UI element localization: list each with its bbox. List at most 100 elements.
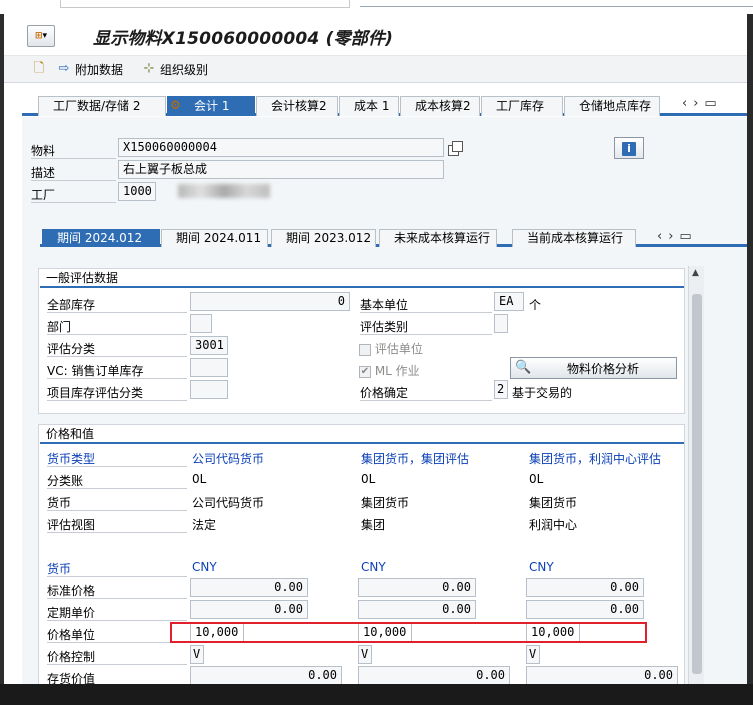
tab-costing2[interactable]: 成本核算2 bbox=[400, 96, 480, 116]
price-unit-label: 价格单位 bbox=[47, 628, 96, 642]
tab-period-2024-012[interactable]: 期间 2024.012 bbox=[42, 229, 160, 247]
info-icon: i bbox=[622, 142, 636, 156]
tab-current-costing-run[interactable]: 当前成本核算运行 bbox=[512, 229, 636, 247]
other-material-button[interactable]: 🗋 bbox=[31, 60, 47, 78]
standard-price-underline bbox=[47, 598, 187, 599]
tab-accounting2[interactable]: 会计核算2 bbox=[256, 96, 338, 116]
vc-sales-order-label: VC: 销售订单库存 bbox=[47, 364, 144, 378]
inventory-value-col3[interactable]: 0.00 bbox=[526, 666, 678, 685]
inventory-value-col2[interactable]: 0.00 bbox=[358, 666, 510, 685]
hierarchy-icon: ⊹ bbox=[143, 61, 155, 76]
description-label: 描述 bbox=[31, 166, 56, 180]
tab-plant-data-storage2[interactable]: 工厂数据/存储 2 bbox=[38, 96, 166, 116]
main-tabstrip: 工厂数据/存储 2 会计 1 会计核算2 成本 1 成本核算2 工厂库存 仓储地… bbox=[22, 94, 753, 116]
base-unit-label: 基本单位 bbox=[360, 298, 409, 312]
info-button[interactable]: i bbox=[614, 137, 644, 159]
base-unit-text: 个 bbox=[529, 298, 542, 312]
tab-costing1[interactable]: 成本 1 bbox=[339, 96, 399, 116]
price-control-col2[interactable]: V bbox=[358, 645, 372, 664]
plant-description-redacted bbox=[178, 184, 270, 198]
plant-field[interactable]: 1000 bbox=[118, 182, 156, 201]
price-determination-text: 基于交易的 bbox=[512, 386, 573, 400]
valuation-view-label: 评估视图 bbox=[47, 518, 96, 532]
plant-label: 工厂 bbox=[31, 188, 56, 202]
window-right-edge bbox=[747, 14, 753, 684]
base-unit-field[interactable]: EA bbox=[494, 292, 524, 311]
page-title: 显示物料X150060000004 (零部件) bbox=[93, 29, 394, 49]
total-stock-field[interactable]: 0 bbox=[190, 292, 350, 311]
description-field[interactable]: 右上翼子板总成 bbox=[118, 160, 444, 179]
copy-icon[interactable] bbox=[446, 140, 463, 156]
arrow-right-icon: ⇨ bbox=[58, 61, 70, 76]
col1-header: 公司代码货币 bbox=[192, 452, 265, 466]
currency-name-col3: 集团货币 bbox=[529, 496, 578, 510]
general-valuation-title: 一般评估数据 bbox=[40, 270, 684, 288]
price-unit-underline bbox=[47, 642, 187, 643]
periodic-price-col1[interactable]: 0.00 bbox=[190, 600, 308, 619]
currency-type-label: 货币类型 bbox=[47, 452, 96, 466]
tab-future-costing-run[interactable]: 未来成本核算运行 bbox=[379, 229, 497, 247]
menu-icon[interactable]: ⊞▾ bbox=[27, 25, 55, 47]
document-icon: 🗋 bbox=[33, 61, 45, 76]
magnifier-icon: 🔍 bbox=[515, 360, 532, 375]
price-determination-label: 价格确定 bbox=[360, 386, 409, 400]
periodic-price-col3[interactable]: 0.00 bbox=[526, 600, 644, 619]
col3-header: 集团货币，利润中心评估 bbox=[529, 452, 662, 466]
project-stock-label: 项目库存评估分类 bbox=[47, 386, 144, 400]
price-determination-underline bbox=[360, 400, 492, 401]
material-field[interactable]: X150060000004 bbox=[118, 138, 444, 157]
price-control-col3[interactable]: V bbox=[526, 645, 540, 664]
inventory-value-col1[interactable]: 0.00 bbox=[190, 666, 342, 685]
material-underline bbox=[31, 158, 116, 159]
tab-plant-stock[interactable]: 工厂库存 bbox=[481, 96, 563, 116]
price-control-col1[interactable]: V bbox=[190, 645, 204, 664]
valuation-icon: ⚙ bbox=[170, 98, 181, 112]
price-control-label: 价格控制 bbox=[47, 650, 96, 664]
command-field[interactable] bbox=[60, 0, 350, 8]
standard-price-label: 标准价格 bbox=[47, 584, 96, 598]
period-tab-scroll-controls[interactable]: ‹›▭ bbox=[657, 229, 698, 244]
org-levels-button[interactable]: ⊹ 组织级别 bbox=[141, 60, 208, 78]
periodic-price-label: 定期单价 bbox=[47, 606, 96, 620]
vc-sales-order-field[interactable] bbox=[190, 358, 228, 377]
standard-price-col2[interactable]: 0.00 bbox=[358, 578, 476, 597]
ledger-label: 分类账 bbox=[47, 474, 84, 488]
valuated-unit-checkbox[interactable] bbox=[359, 343, 371, 356]
ledger-col1: 0L bbox=[192, 472, 207, 486]
standard-price-col3[interactable]: 0.00 bbox=[526, 578, 644, 597]
price-unit-highlight bbox=[170, 622, 647, 643]
material-price-analysis-button[interactable]: 🔍 物料价格分析 bbox=[510, 357, 677, 379]
valuated-unit-checkbox-row[interactable]: 评估单位 bbox=[359, 340, 423, 357]
price-determination-field[interactable]: 2 bbox=[494, 380, 508, 399]
currency-label: 货币 bbox=[47, 496, 72, 510]
currency-name-col2: 集团货币 bbox=[361, 496, 410, 510]
standard-price-col1[interactable]: 0.00 bbox=[190, 578, 308, 597]
scroll-up-icon[interactable]: ▲ bbox=[692, 268, 699, 278]
top-divider bbox=[360, 6, 753, 7]
valuation-view-col3: 利润中心 bbox=[529, 518, 578, 532]
description-underline bbox=[31, 180, 116, 181]
ml-checkbox-row[interactable]: ✔ ML 作业 bbox=[359, 362, 420, 379]
org-levels-label: 组织级别 bbox=[160, 62, 209, 77]
tab-period-2023-012[interactable]: 期间 2023.012 bbox=[271, 229, 376, 247]
scroll-thumb[interactable] bbox=[692, 294, 702, 674]
tab-scroll-controls[interactable]: ‹›▭ bbox=[682, 96, 723, 111]
currency2-label: 货币 bbox=[47, 562, 72, 576]
additional-data-label: 附加数据 bbox=[75, 62, 124, 77]
additional-data-button[interactable]: ⇨ 附加数据 bbox=[56, 60, 123, 78]
vertical-scrollbar[interactable]: ▲ bbox=[688, 266, 704, 684]
valuation-category-underline bbox=[360, 334, 492, 335]
total-stock-label: 全部库存 bbox=[47, 298, 96, 312]
tab-storage-location-stock[interactable]: 仓储地点库存 bbox=[564, 96, 660, 116]
currency-name-col1: 公司代码货币 bbox=[192, 496, 265, 510]
currency2-underline bbox=[47, 576, 187, 577]
division-field[interactable] bbox=[190, 314, 212, 333]
ml-checkbox[interactable]: ✔ bbox=[359, 365, 371, 378]
valuation-category-field[interactable] bbox=[494, 314, 508, 333]
project-stock-field[interactable] bbox=[190, 380, 228, 399]
tab-period-2024-011[interactable]: 期间 2024.011 bbox=[161, 229, 268, 247]
valuation-category-label: 评估类别 bbox=[360, 320, 409, 334]
periodic-price-col2[interactable]: 0.00 bbox=[358, 600, 476, 619]
price-control-underline bbox=[47, 664, 187, 665]
valuation-class-field[interactable]: 3001 bbox=[190, 336, 228, 355]
